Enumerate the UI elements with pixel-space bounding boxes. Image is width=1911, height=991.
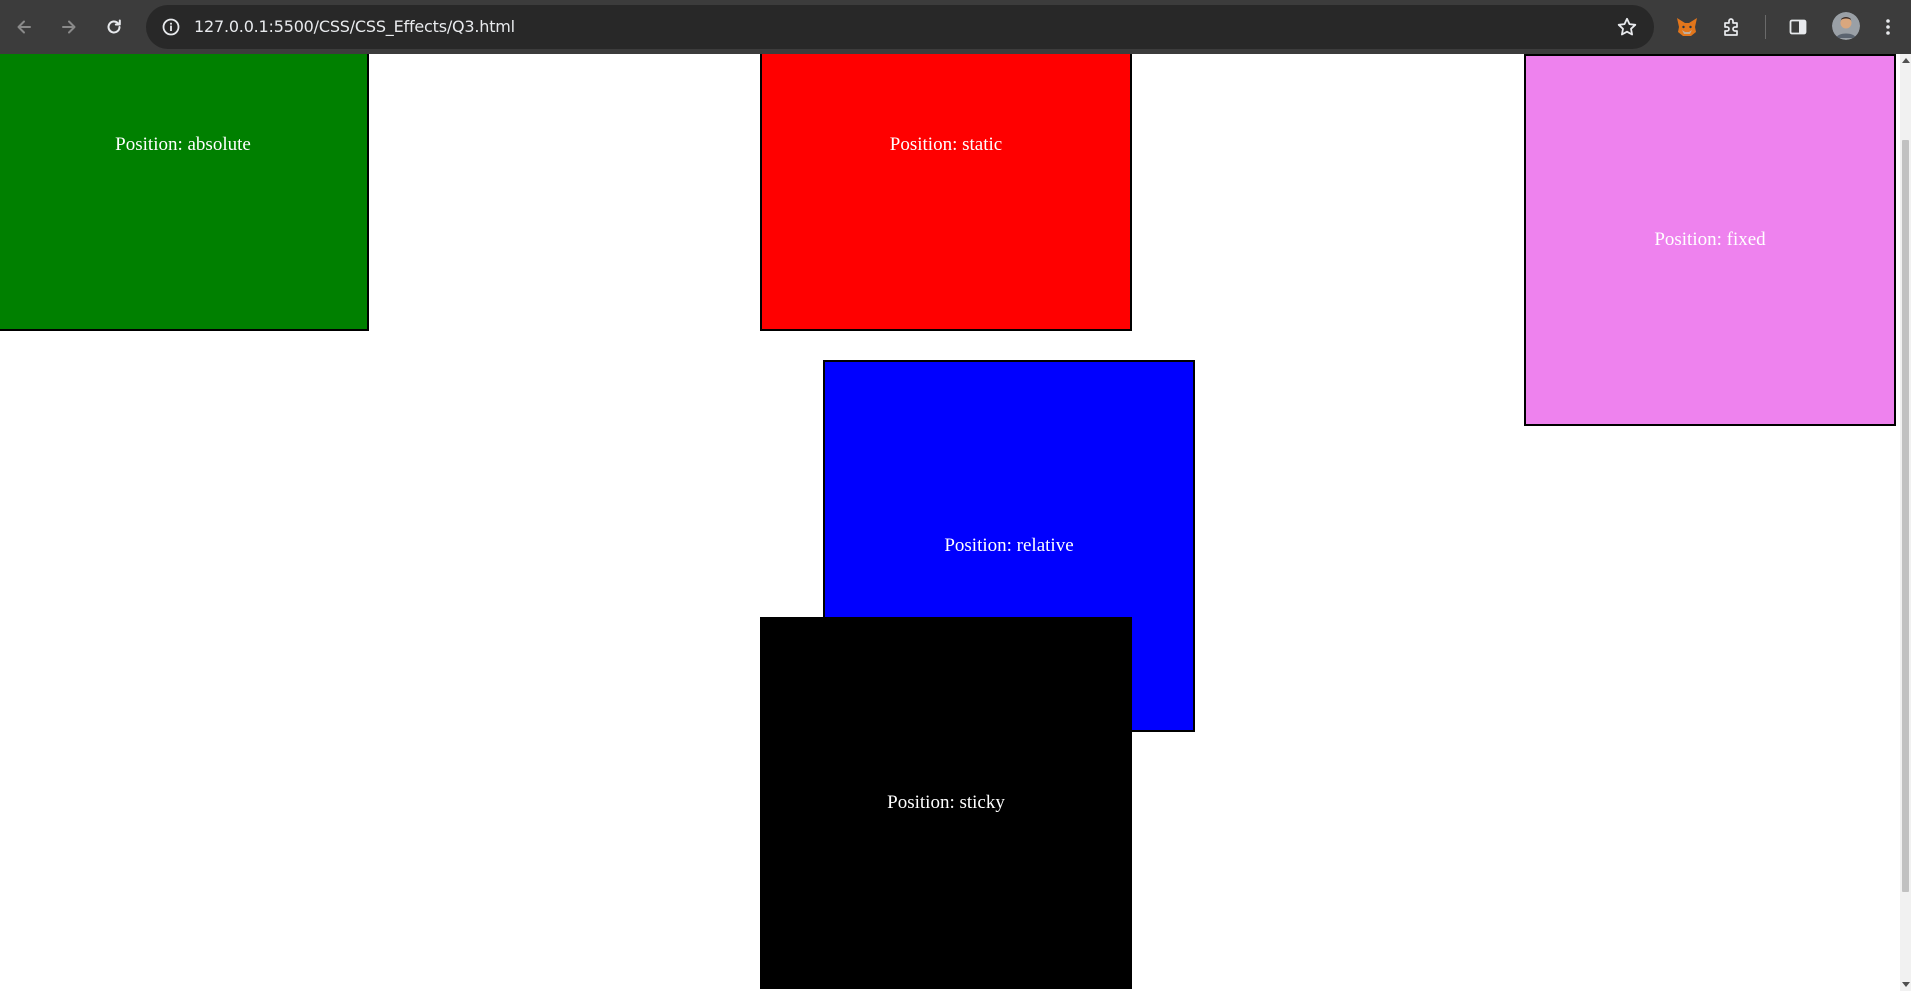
sticky-box: Position: sticky	[760, 617, 1132, 989]
forward-button[interactable]	[52, 10, 86, 44]
fox-extension-button[interactable]	[1670, 10, 1704, 44]
side-panel-icon	[1789, 19, 1807, 35]
side-panel-button[interactable]	[1781, 10, 1815, 44]
vertical-scrollbar[interactable]	[1900, 54, 1911, 991]
relative-box-label: Position: relative	[944, 535, 1074, 556]
avatar[interactable]	[1832, 12, 1860, 40]
scroll-up-button[interactable]	[1900, 54, 1911, 66]
site-info-button[interactable]	[156, 12, 186, 42]
url-text[interactable]: 127.0.0.1:5500/CSS/CSS_Effects/Q3.html	[194, 5, 515, 49]
toolbar-divider	[1765, 15, 1766, 39]
back-button[interactable]	[7, 10, 41, 44]
address-bar[interactable]: 127.0.0.1:5500/CSS/CSS_Effects/Q3.html	[146, 5, 1654, 49]
browser-toolbar: 127.0.0.1:5500/CSS/CSS_Effects/Q3.html	[0, 0, 1911, 54]
fixed-box: Position: fixed	[1524, 54, 1896, 426]
star-icon	[1617, 17, 1637, 36]
page-viewport: Position: absolute Position: static Posi…	[0, 54, 1900, 991]
arrow-left-icon	[17, 20, 31, 34]
static-box-label: Position: static	[889, 134, 1003, 155]
info-icon	[162, 18, 180, 36]
sticky-box-label: Position: sticky	[887, 792, 1005, 813]
fox-extension-icon	[1677, 18, 1697, 36]
arrow-right-icon	[62, 20, 76, 34]
extensions-button[interactable]	[1715, 10, 1749, 44]
url-path: :5500/CSS/CSS_Effects/Q3.html	[268, 17, 516, 36]
static-box: Position: static	[760, 54, 1132, 331]
caret-down-icon	[1901, 982, 1910, 987]
caret-up-icon	[1901, 58, 1910, 63]
profile-avatar-icon	[1832, 12, 1860, 40]
reload-icon	[107, 19, 121, 34]
scroll-down-button[interactable]	[1900, 979, 1911, 991]
url-host: 127.0.0.1	[194, 17, 269, 36]
bookmark-button[interactable]	[1612, 12, 1642, 42]
fixed-box-label: Position: fixed	[1654, 229, 1766, 250]
reload-button[interactable]	[97, 10, 131, 44]
absolute-box: Position: absolute	[0, 54, 369, 331]
kebab-menu-icon	[1886, 19, 1890, 35]
browser-menu-button[interactable]	[1871, 10, 1905, 44]
scroll-thumb[interactable]	[1902, 140, 1909, 892]
puzzle-icon	[1724, 18, 1738, 36]
absolute-box-label: Position: absolute	[115, 134, 251, 155]
